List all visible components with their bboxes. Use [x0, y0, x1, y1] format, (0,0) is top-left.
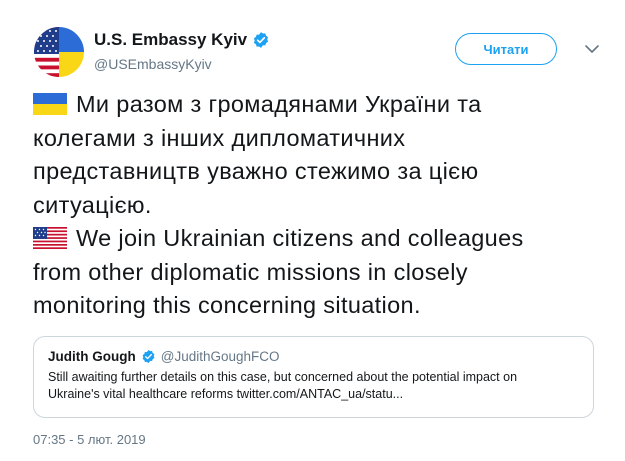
- tweet-line: Ми разом з громадянами України та: [33, 88, 618, 122]
- author-name-row[interactable]: U.S. Embassy Kyiv: [94, 30, 270, 50]
- tweet-ua-line-4: ситуацією.: [33, 191, 152, 218]
- author-handle[interactable]: @USEmbassyKyiv: [94, 56, 212, 72]
- quoted-author-name: Judith Gough: [48, 349, 136, 364]
- quoted-tweet-header: Judith Gough @JudithGoughFCO: [48, 349, 593, 364]
- verified-badge-icon: [252, 31, 270, 49]
- tweet-ua-line-2: колегами з інших дипломатичних: [33, 124, 406, 151]
- quoted-author-handle: @JudithGoughFCO: [160, 349, 280, 364]
- us-flag-icon: [33, 227, 67, 249]
- tweet-en-line-2: from other diplomatic missions in closel…: [33, 258, 468, 285]
- tweet-timestamp[interactable]: 07:35 - 5 лют. 2019: [33, 432, 146, 447]
- avatar-flags-image: [34, 27, 84, 77]
- avatar[interactable]: [34, 27, 84, 77]
- tweet-en-line-3: monitoring this concerning situation.: [33, 292, 421, 318]
- chevron-down-icon[interactable]: [584, 42, 600, 56]
- tweet-ua-line-3: представництв уважно стежимо за цією: [33, 158, 479, 184]
- author-name[interactable]: U.S. Embassy Kyiv: [94, 30, 247, 50]
- follow-button[interactable]: Читати: [455, 33, 557, 65]
- quoted-text-line-1: Still awaiting further details on this c…: [48, 370, 518, 384]
- tweet-text: Ми разом з громадянами України та колега…: [33, 88, 618, 323]
- ukraine-flag-icon: [33, 93, 67, 115]
- quoted-text-line-2: Ukraine's vital healthcare reforms twitt…: [48, 387, 404, 401]
- tweet-ua-line-1: Ми разом з громадянами України та: [76, 91, 482, 117]
- quoted-tweet-card[interactable]: Judith Gough @JudithGoughFCO Still await…: [33, 336, 594, 418]
- quoted-tweet-text: Still awaiting further details on this c…: [48, 369, 593, 403]
- tweet-en-line-1: We join Ukrainian citizens and colleague…: [76, 225, 524, 251]
- verified-badge-icon: [141, 349, 156, 364]
- tweet-line: We join Ukrainian citizens and colleague…: [33, 222, 618, 256]
